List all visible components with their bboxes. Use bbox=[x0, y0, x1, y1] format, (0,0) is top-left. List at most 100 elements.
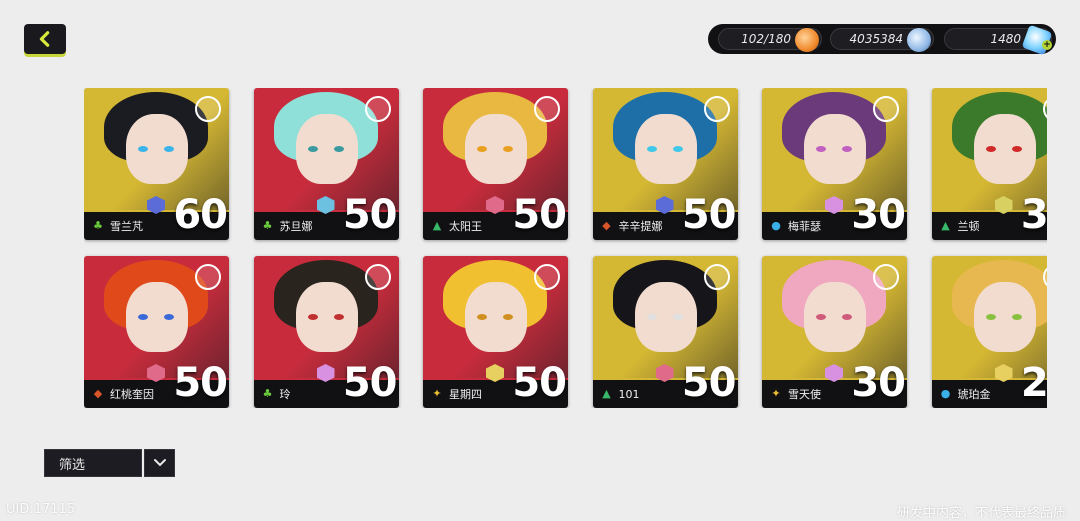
character-name: 101 bbox=[618, 387, 640, 401]
character-level: 30 bbox=[1020, 192, 1047, 238]
portrait-eye bbox=[1011, 146, 1022, 152]
character-card[interactable]: ● 琥珀金 20 bbox=[931, 256, 1047, 408]
character-name: 星期四 bbox=[449, 388, 482, 401]
portrait-eye bbox=[842, 314, 852, 320]
portrait-eye bbox=[985, 146, 996, 152]
character-card[interactable]: ● 梅菲瑟 30 bbox=[762, 88, 907, 240]
portrait-face bbox=[804, 114, 866, 184]
filter-dropdown-button[interactable] bbox=[144, 449, 175, 477]
crystal-counter[interactable]: 1480 + bbox=[944, 24, 1053, 56]
coin-icon bbox=[907, 28, 931, 52]
portrait-eye bbox=[985, 314, 996, 320]
portrait-face bbox=[973, 282, 1036, 352]
portrait-face bbox=[465, 282, 527, 352]
character-name: 梅菲瑟 bbox=[788, 220, 821, 233]
character-level: 30 bbox=[851, 192, 906, 238]
portrait-eye bbox=[503, 146, 513, 152]
character-card[interactable]: ✦ 星期四 50 bbox=[423, 256, 568, 408]
portrait-eye bbox=[138, 314, 148, 320]
portrait-face bbox=[295, 282, 358, 352]
portrait-eye bbox=[138, 146, 148, 152]
tree-element-icon: ▲ bbox=[602, 387, 611, 400]
character-name: 雪天使 bbox=[788, 388, 821, 401]
character-card[interactable]: ♣ 雪兰芃 60 bbox=[84, 88, 229, 240]
character-card[interactable]: ▲ 太阳王 50 bbox=[423, 88, 568, 240]
stamina-counter[interactable]: 102/180 bbox=[718, 28, 822, 52]
character-level: 50 bbox=[512, 360, 567, 406]
faction-icon bbox=[703, 264, 730, 290]
character-level: 20 bbox=[1020, 360, 1047, 406]
character-level: 50 bbox=[512, 192, 567, 238]
portrait-eye bbox=[1011, 314, 1022, 320]
faction-icon bbox=[703, 96, 730, 122]
portrait-face bbox=[634, 114, 697, 184]
portrait-eye bbox=[672, 146, 683, 152]
fire-element-icon: ◆ bbox=[602, 219, 611, 232]
character-grid: ♣ 雪兰芃 60 ♣ 苏旦娜 50 ▲ 太阳王 50 ◆ 辛辛提娜 50 ● 梅… bbox=[84, 88, 1047, 408]
tree-element-icon: ▲ bbox=[941, 219, 950, 232]
plant-element-icon: ♣ bbox=[93, 219, 103, 232]
portrait-eye bbox=[307, 146, 318, 152]
portrait-eye bbox=[816, 314, 826, 320]
character-level: 50 bbox=[342, 192, 398, 238]
character-card[interactable]: ✦ 雪天使 30 bbox=[762, 256, 907, 408]
character-level: 30 bbox=[851, 360, 906, 406]
character-name: 雪兰芃 bbox=[110, 220, 143, 233]
character-level: 50 bbox=[681, 360, 737, 406]
portrait-eye bbox=[842, 146, 852, 152]
uid-label: UID:17115 bbox=[6, 502, 76, 517]
character-name: 太阳王 bbox=[449, 220, 482, 233]
character-name: 玲 bbox=[279, 388, 291, 401]
character-level: 60 bbox=[173, 192, 228, 238]
portrait-eye bbox=[307, 314, 318, 320]
faction-icon bbox=[364, 96, 391, 122]
filter-label: 筛选 bbox=[59, 457, 86, 473]
character-card[interactable]: ♣ 玲 50 bbox=[253, 256, 399, 408]
character-name: 辛辛提娜 bbox=[618, 220, 663, 233]
faction-icon bbox=[364, 264, 391, 290]
portrait-eye bbox=[646, 314, 657, 320]
faction-icon bbox=[195, 96, 221, 122]
character-level: 50 bbox=[342, 360, 398, 406]
stamina-orb-icon bbox=[795, 28, 819, 52]
plant-element-icon: ♣ bbox=[262, 387, 273, 400]
faction-icon bbox=[873, 96, 899, 122]
portrait-face bbox=[634, 282, 697, 352]
portrait-eye bbox=[477, 146, 487, 152]
character-card[interactable]: ◆ 辛辛提娜 50 bbox=[592, 88, 738, 240]
character-name: 兰顿 bbox=[957, 220, 980, 233]
back-button[interactable] bbox=[24, 24, 66, 54]
portrait-face bbox=[804, 282, 866, 352]
character-level: 50 bbox=[173, 360, 228, 406]
faction-icon bbox=[534, 96, 560, 122]
faction-icon bbox=[534, 264, 560, 290]
portrait-eye bbox=[333, 314, 344, 320]
portrait-face bbox=[126, 282, 188, 352]
character-card[interactable]: ◆ 红桃奎因 50 bbox=[84, 256, 229, 408]
filter-button[interactable]: 筛选 bbox=[44, 449, 142, 477]
portrait-eye bbox=[164, 314, 174, 320]
character-name: 琥珀金 bbox=[957, 388, 991, 401]
character-card[interactable]: ▲ 101 50 bbox=[592, 256, 738, 408]
portrait-face bbox=[126, 114, 188, 184]
tree-element-icon: ▲ bbox=[432, 219, 442, 232]
chevron-left-icon bbox=[39, 31, 50, 47]
faction-icon bbox=[873, 264, 899, 290]
character-level: 50 bbox=[681, 192, 737, 238]
portrait-eye bbox=[477, 314, 487, 320]
character-card[interactable]: ▲ 兰顿 30 bbox=[931, 88, 1047, 240]
sun-element-icon: ✦ bbox=[432, 387, 442, 400]
character-name: 苏旦娜 bbox=[279, 220, 313, 233]
water-element-icon: ● bbox=[940, 387, 951, 400]
portrait-eye bbox=[164, 146, 174, 152]
portrait-eye bbox=[672, 314, 683, 320]
faction-icon bbox=[195, 264, 221, 290]
add-crystal-icon[interactable]: + bbox=[1042, 40, 1052, 50]
sun-element-icon: ✦ bbox=[771, 387, 781, 400]
portrait-face bbox=[465, 114, 527, 184]
chevron-down-icon bbox=[153, 459, 166, 467]
portrait-eye bbox=[333, 146, 344, 152]
character-name: 红桃奎因 bbox=[110, 388, 154, 401]
coin-counter[interactable]: 4035384 bbox=[830, 28, 934, 52]
character-card[interactable]: ♣ 苏旦娜 50 bbox=[253, 88, 399, 240]
